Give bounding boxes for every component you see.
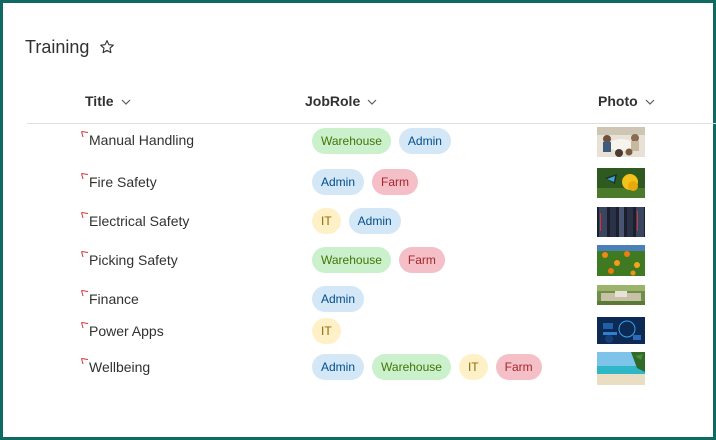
table-row[interactable]: Fire Safety Admin Farm xyxy=(3,166,716,198)
photo-thumbnail-server-racks[interactable] xyxy=(597,207,645,237)
role-pill-admin[interactable]: Admin xyxy=(312,354,365,380)
new-item-icon xyxy=(81,207,89,219)
column-header-title[interactable]: Title xyxy=(85,93,132,109)
star-icon[interactable] xyxy=(99,39,115,55)
list-header: Training xyxy=(25,35,115,59)
column-header-photo[interactable]: Photo xyxy=(598,93,656,109)
role-pill-admin[interactable]: Admin xyxy=(312,286,365,312)
new-item-icon xyxy=(81,246,89,258)
chevron-down-icon xyxy=(120,95,132,107)
table-row[interactable]: Picking Safety Warehouse Farm xyxy=(3,244,716,276)
role-pill-admin[interactable]: Admin xyxy=(398,128,451,154)
jobrole-cell: Admin xyxy=(312,286,365,312)
table-row[interactable]: Finance Admin xyxy=(3,283,716,312)
role-pill-it[interactable]: IT xyxy=(458,354,488,380)
column-header-jobrole-label: JobRole xyxy=(305,93,361,109)
role-pill-farm[interactable]: Farm xyxy=(398,247,445,273)
page-title: Training xyxy=(25,36,90,57)
header-divider xyxy=(27,123,716,124)
table-row[interactable]: Electrical Safety IT Admin xyxy=(3,205,716,237)
new-item-icon xyxy=(81,126,89,138)
photo-thumbnail-desk-laptop[interactable] xyxy=(597,285,645,305)
new-item-icon xyxy=(81,317,89,329)
jobrole-cell: Admin Farm xyxy=(312,169,419,195)
column-header-title-label: Title xyxy=(85,93,114,109)
photo-thumbnail-people-meeting[interactable] xyxy=(597,127,645,157)
list-view-frame: Training Title JobRole Photo Manual Hand… xyxy=(0,0,716,440)
new-item-icon xyxy=(81,168,89,180)
row-title[interactable]: Wellbeing xyxy=(89,359,150,375)
chevron-down-icon xyxy=(644,95,656,107)
jobrole-cell: Admin Warehouse IT Farm xyxy=(312,354,542,380)
table-row[interactable]: Wellbeing Admin Warehouse IT Farm xyxy=(3,351,716,385)
jobrole-cell: IT Admin xyxy=(312,208,401,234)
jobrole-cell: Warehouse Admin xyxy=(312,128,451,154)
row-title[interactable]: Power Apps xyxy=(89,323,164,339)
new-item-icon xyxy=(81,353,89,365)
row-title[interactable]: Fire Safety xyxy=(89,174,157,190)
row-title[interactable]: Picking Safety xyxy=(89,252,178,268)
role-pill-admin[interactable]: Admin xyxy=(312,169,365,195)
role-pill-it[interactable]: IT xyxy=(312,318,341,344)
jobrole-cell: IT xyxy=(312,318,341,344)
photo-thumbnail-orange-tree[interactable] xyxy=(597,245,645,276)
row-title[interactable]: Manual Handling xyxy=(89,132,194,148)
photo-thumbnail-butterfly-flower[interactable] xyxy=(597,168,645,198)
row-title[interactable]: Electrical Safety xyxy=(89,213,189,229)
jobrole-cell: Warehouse Farm xyxy=(312,247,445,273)
photo-thumbnail-beach[interactable] xyxy=(597,352,645,385)
role-pill-farm[interactable]: Farm xyxy=(495,354,542,380)
role-pill-warehouse[interactable]: Warehouse xyxy=(372,354,451,380)
role-pill-admin[interactable]: Admin xyxy=(348,208,401,234)
column-header-photo-label: Photo xyxy=(598,93,638,109)
chevron-down-icon xyxy=(366,95,378,107)
role-pill-it[interactable]: IT xyxy=(312,208,341,234)
table-row[interactable]: Manual Handling Warehouse Admin xyxy=(3,125,716,157)
column-header-row: Title JobRole Photo xyxy=(3,87,716,121)
role-pill-farm[interactable]: Farm xyxy=(372,169,419,195)
photo-thumbnail-tech-screen[interactable] xyxy=(597,317,645,344)
role-pill-warehouse[interactable]: Warehouse xyxy=(312,247,391,273)
table-row[interactable]: Power Apps IT xyxy=(3,315,716,345)
new-item-icon xyxy=(81,285,89,297)
role-pill-warehouse[interactable]: Warehouse xyxy=(312,128,391,154)
column-header-jobrole[interactable]: JobRole xyxy=(305,93,378,109)
row-title[interactable]: Finance xyxy=(89,291,139,307)
